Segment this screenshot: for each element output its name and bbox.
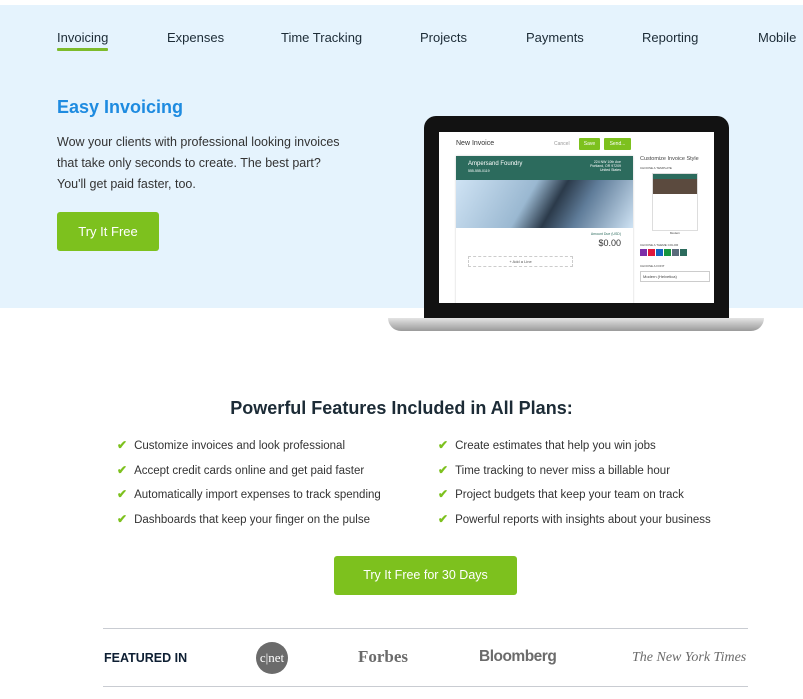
hero-title: Easy Invoicing	[57, 97, 184, 117]
mock-send: Send...	[604, 138, 631, 150]
mock-choose-font: CHOOSE A FONT	[640, 264, 665, 268]
featured-in-label: FEATURED IN	[104, 651, 188, 665]
forbes-logo: Forbes	[358, 647, 409, 666]
divider	[103, 628, 748, 629]
mock-amount: $0.00	[598, 238, 621, 248]
laptop-base	[388, 318, 764, 331]
divider	[103, 686, 748, 687]
check-icon: ✔	[438, 512, 449, 527]
color-swatch	[664, 249, 671, 256]
nav-mobile[interactable]: Mobile	[758, 30, 796, 45]
cnet-logo: c|net	[256, 642, 288, 674]
mock-invoice: Ampersand Foundry 555-555-0119 224 NW 10…	[456, 156, 633, 303]
mock-choose-color: CHOOSE A THEME COLOR	[640, 243, 679, 247]
mock-cancel: Cancel	[554, 141, 570, 147]
feature-text: Dashboards that keep your finger on the …	[134, 514, 370, 527]
feature-text: Customize invoices and look professional	[134, 440, 346, 452]
invoice-screenshot: New Invoice Cancel Save Send... Ampersan…	[439, 132, 714, 303]
nav-reporting[interactable]: Reporting	[642, 30, 698, 45]
feature-text: Accept credit cards online and get paid …	[134, 464, 365, 477]
color-swatch	[648, 249, 655, 256]
feature-item: ✔ Project budgets that keep your team on …	[438, 487, 684, 501]
mock-font-select: Modern (Helvetica)	[640, 271, 710, 282]
feature-text: Project budgets that keep your team on t…	[455, 489, 684, 502]
laptop-mockup: New Invoice Cancel Save Send... Ampersan…	[424, 116, 729, 319]
color-swatch	[680, 249, 687, 256]
feature-item: ✔ Accept credit cards online and get paid…	[117, 463, 364, 477]
try-free-30-days-button[interactable]: Try It Free for 30 Days	[334, 556, 517, 595]
color-swatch	[672, 249, 679, 256]
feature-item: ✔ Time tracking to never miss a billable …	[438, 463, 670, 477]
mock-save: Save	[579, 138, 600, 150]
check-icon: ✔	[117, 438, 128, 452]
mock-customize: Customize Invoice Style	[640, 156, 699, 162]
feature-item: ✔ Automatically import expenses to track …	[117, 487, 381, 501]
mock-invoice-header: Ampersand Foundry 555-555-0119 224 NW 10…	[456, 156, 633, 180]
check-icon: ✔	[438, 438, 449, 452]
mock-style-panel: Customize Invoice Style CHOOSE A TEMPLAT…	[640, 156, 710, 282]
bloomberg-logo: Bloomberg	[479, 648, 557, 665]
features-title: Powerful Features Included in All Plans:	[230, 398, 573, 418]
feature-text: Powerful reports with insights about you…	[455, 514, 711, 527]
hero-text: Wow your clients with professional looki…	[57, 135, 340, 191]
mock-color-swatches	[640, 249, 710, 258]
feature-item: ✔ Dashboards that keep your finger on the…	[117, 512, 370, 526]
check-icon: ✔	[438, 487, 449, 502]
mock-template-thumb	[652, 173, 698, 231]
check-icon: ✔	[117, 462, 128, 477]
feature-item: ✔ Powerful reports with insights about yo…	[438, 512, 711, 526]
feature-text: Automatically import expenses to track s…	[134, 489, 381, 502]
feature-text: Create estimates that help you win jobs	[455, 440, 656, 452]
color-swatch	[640, 249, 647, 256]
mock-photo	[456, 180, 633, 228]
mock-amount-label: Amount Due (USD)	[590, 232, 621, 236]
feature-item: ✔ Create estimates that help you win jobs	[438, 438, 656, 452]
nav-invoicing[interactable]: Invoicing	[57, 30, 109, 51]
check-icon: ✔	[438, 462, 449, 477]
mock-address: 224 NW 10th Ave Portland, OR 97209 Unite…	[590, 160, 621, 172]
nav-expenses[interactable]: Expenses	[167, 30, 224, 45]
nav-projects[interactable]: Projects	[420, 30, 467, 45]
nyt-logo: The New York Times	[632, 650, 747, 665]
feature-text: Time tracking to never miss a billable h…	[455, 464, 671, 477]
mock-template-name: Modern	[669, 231, 681, 235]
feature-item: ✔ Customize invoices and look professiona…	[117, 438, 345, 452]
color-swatch	[656, 249, 663, 256]
nav-time-tracking[interactable]: Time Tracking	[281, 30, 362, 45]
check-icon: ✔	[117, 512, 128, 527]
product-nav: Invoicing Expenses Time Tracking Project…	[0, 30, 803, 54]
try-it-free-button[interactable]: Try It Free	[57, 212, 159, 251]
check-icon: ✔	[117, 487, 128, 502]
nav-payments[interactable]: Payments	[526, 30, 584, 45]
mock-title: New Invoice	[456, 140, 495, 147]
mock-add-line: + Add a Line	[468, 256, 573, 267]
mock-choose-template: CHOOSE A TEMPLATE	[640, 166, 672, 170]
